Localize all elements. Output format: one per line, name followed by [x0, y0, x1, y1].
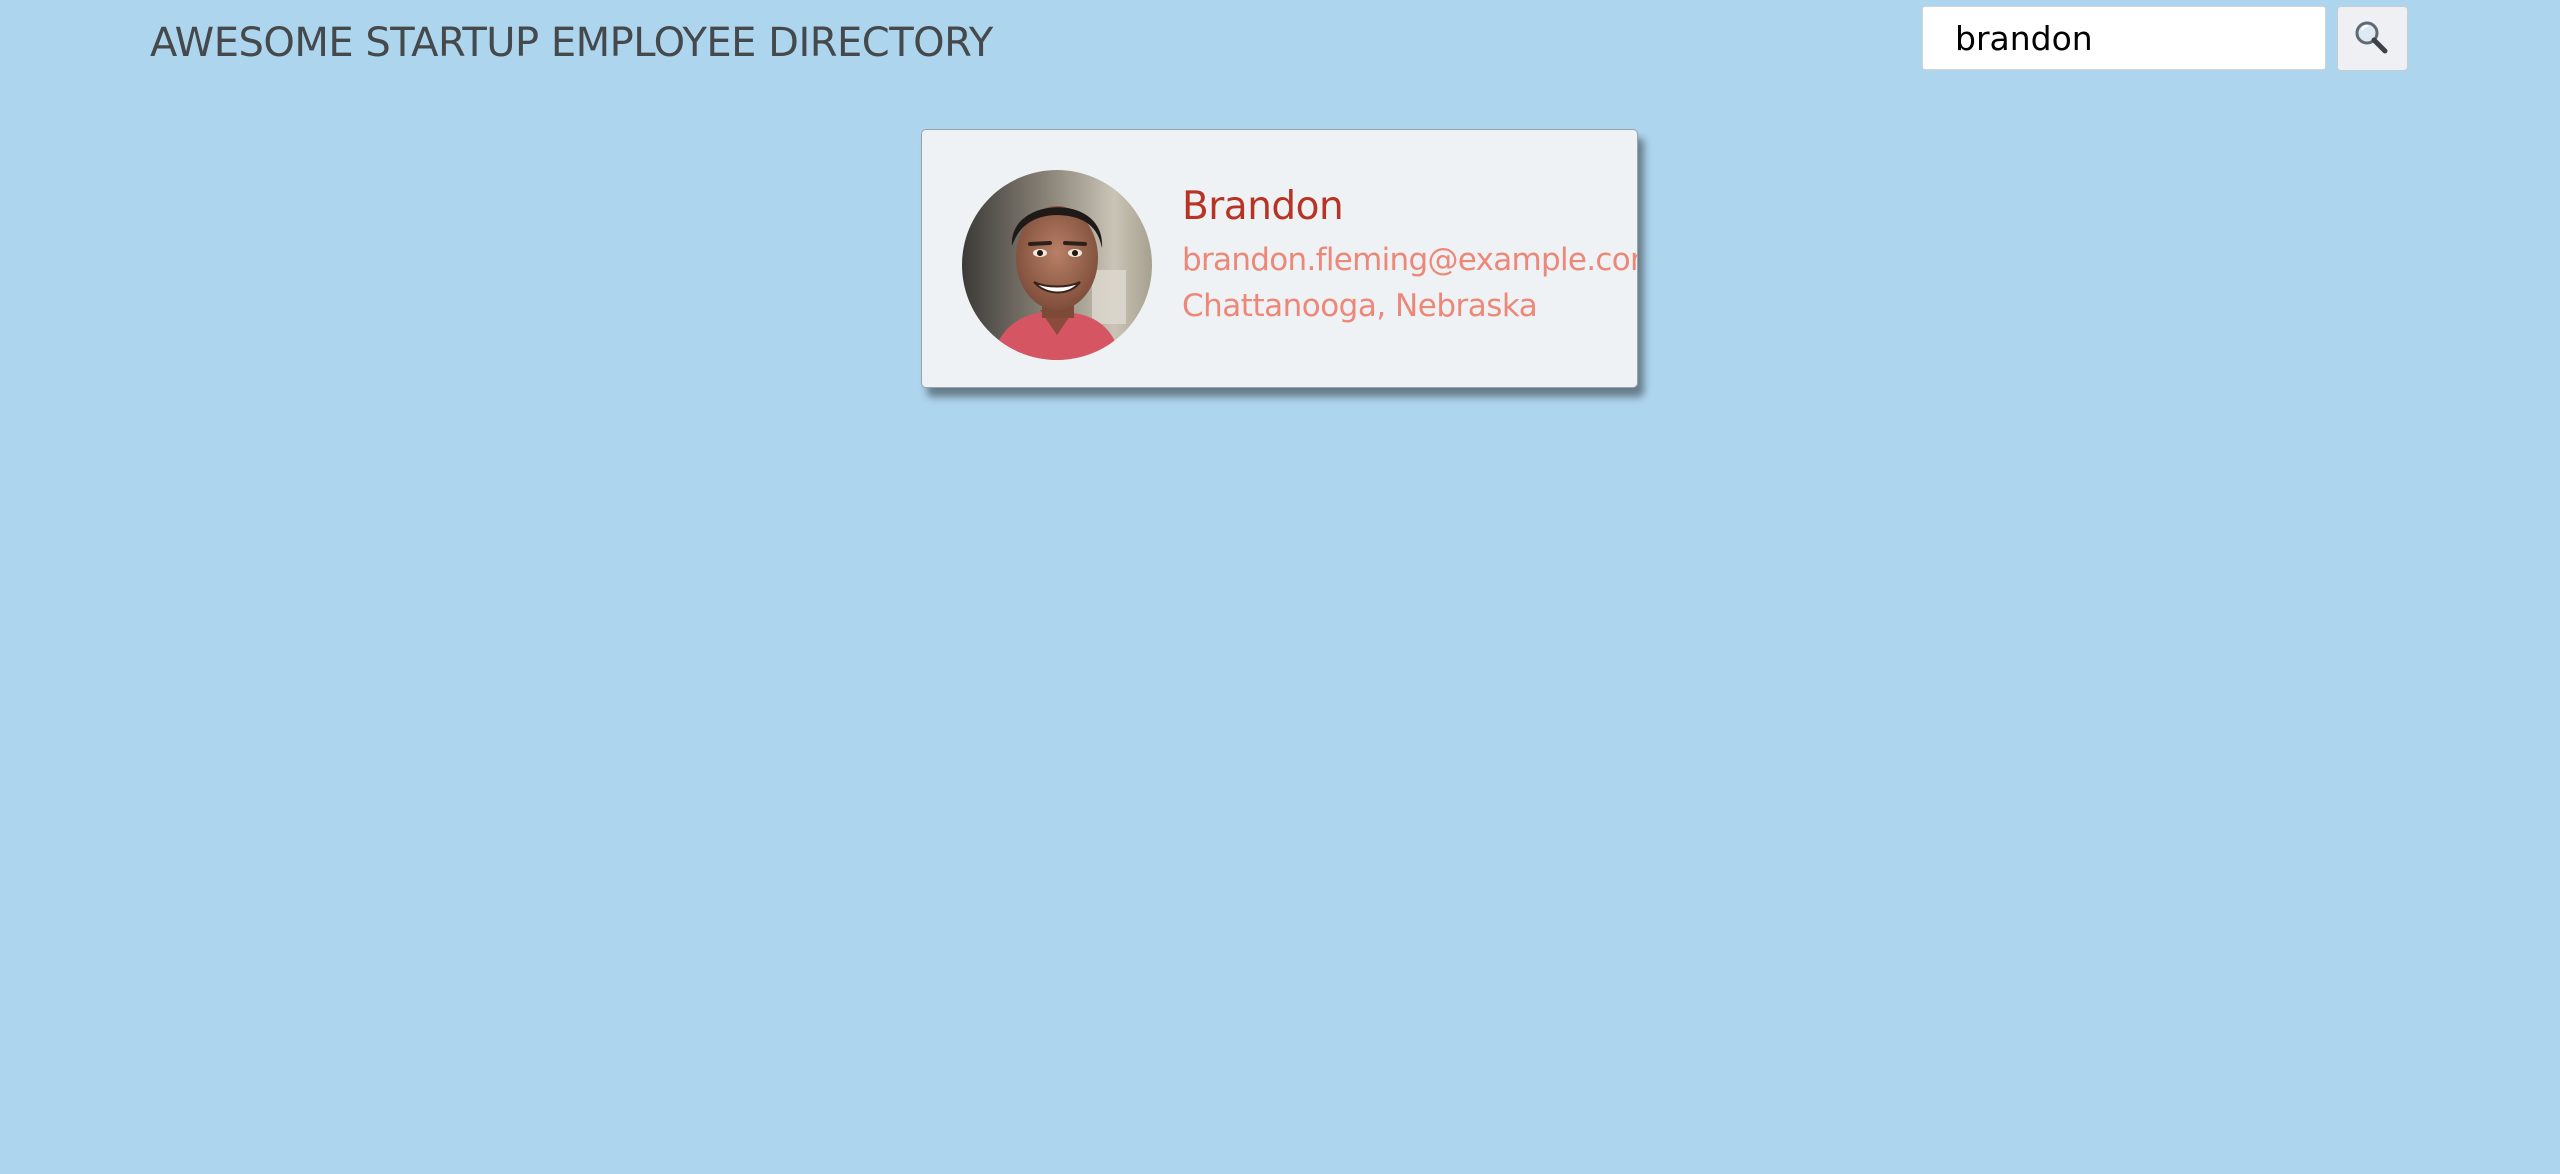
search-input[interactable] [1922, 6, 2326, 70]
page-header: AWESOME STARTUP EMPLOYEE DIRECTORY [0, 0, 2560, 96]
employee-email: brandon.fleming@example.com [1182, 242, 1638, 278]
employee-card: Brandon brandon.fleming@example.com Chat… [921, 129, 1638, 388]
employee-name: Brandon [1182, 184, 1344, 229]
employee-photo [962, 170, 1152, 360]
search-icon [2355, 21, 2388, 54]
search-button[interactable] [2337, 6, 2408, 71]
employee-location: Chattanooga, Nebraska [1182, 288, 1538, 324]
search-form [1922, 6, 2410, 72]
avatar [962, 170, 1152, 360]
page-title: AWESOME STARTUP EMPLOYEE DIRECTORY [150, 20, 993, 66]
